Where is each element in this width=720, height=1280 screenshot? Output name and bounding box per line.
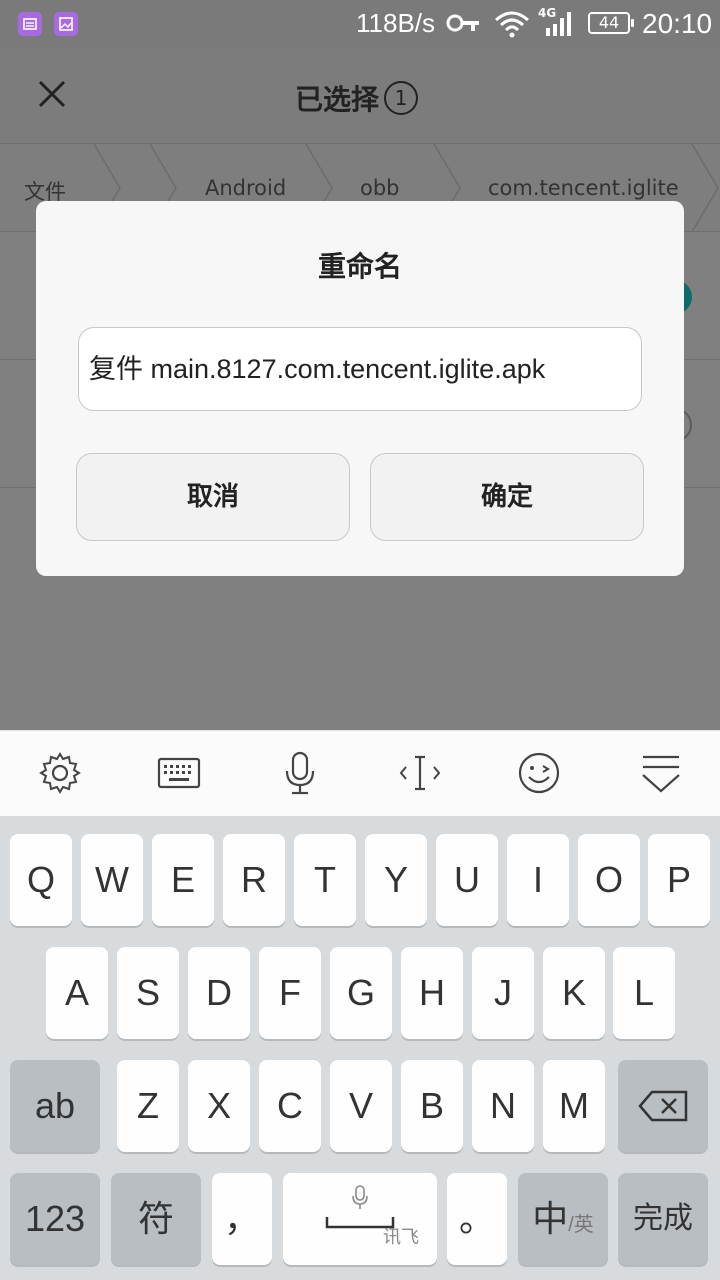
key-m[interactable]: M [543,1060,605,1152]
key-d[interactable]: D [188,947,250,1039]
key-w[interactable]: W [81,834,143,926]
symbols-key[interactable]: 符 [111,1173,201,1265]
key-q[interactable]: Q [10,834,72,926]
emoji-icon[interactable] [517,751,561,795]
filename-input[interactable]: 复件 main.8127.com.tencent.iglite.apk [78,327,642,411]
case-toggle-key[interactable]: ab [10,1060,100,1152]
vpn-key-icon [446,14,479,32]
status-bar: 118B/s 4G 44 20:10 [0,0,720,48]
key-o[interactable]: O [578,834,640,926]
key-l[interactable]: L [613,947,675,1039]
ime-brand-label: 讯飞 [383,1227,419,1247]
key-n[interactable]: N [472,1060,534,1152]
cancel-button[interactable]: 取消 [76,453,350,541]
key-f[interactable]: F [259,947,321,1039]
network-speed: 118B/s [356,8,436,38]
breadcrumb-item-current[interactable]: com.tencent.iglite [488,176,679,200]
breadcrumb-item-obb[interactable]: obb [360,176,400,200]
key-b[interactable]: B [401,1060,463,1152]
key-e[interactable]: E [152,834,214,926]
key-j[interactable]: J [472,947,534,1039]
key-y[interactable]: Y [365,834,427,926]
backspace-key[interactable] [618,1060,708,1152]
lang-main-label: 中 [532,1198,569,1239]
key-k[interactable]: K [543,947,605,1039]
backspace-icon [638,1090,688,1122]
key-p[interactable]: P [648,834,710,926]
comma-key[interactable]: ， [212,1173,272,1265]
key-c[interactable]: C [259,1060,321,1152]
key-i[interactable]: I [507,834,569,926]
keyboard-toolbar [0,730,720,816]
confirm-button[interactable]: 确定 [370,453,644,541]
clock: 20:10 [642,8,713,39]
key-g[interactable]: G [330,947,392,1039]
key-v[interactable]: V [330,1060,392,1152]
wifi-icon [495,11,529,38]
period-key[interactable]: 。 [447,1173,507,1265]
keyboard-icon[interactable] [157,751,201,795]
done-key[interactable]: 完成 [618,1173,708,1265]
keyboard: Q W E R T Y U I O P A S D F G H J K L ab… [0,816,720,1280]
numbers-key[interactable]: 123 [10,1173,100,1265]
close-icon[interactable] [30,72,74,116]
key-z[interactable]: Z [117,1060,179,1152]
language-switch-key[interactable]: 中/英 [518,1173,608,1265]
rename-dialog: 重命名 复件 main.8127.com.tencent.iglite.apk … [36,201,684,576]
dialog-title: 重命名 [317,250,402,283]
key-h[interactable]: H [401,947,463,1039]
battery-icon: 44 [588,12,634,34]
key-r[interactable]: R [223,834,285,926]
chevron-right-icon [691,144,719,232]
lang-sub-label: /英 [568,1214,594,1236]
space-key[interactable]: 讯飞 [283,1173,437,1265]
breadcrumb-item-android[interactable]: Android [205,176,286,200]
cursor-icon[interactable] [398,751,442,795]
microphone-icon[interactable] [278,751,322,795]
key-s[interactable]: S [117,947,179,1039]
microphone-icon [352,1185,368,1209]
key-x[interactable]: X [188,1060,250,1152]
settings-icon[interactable] [38,751,82,795]
selected-count-badge: 1 [384,81,418,115]
notification-icon [18,12,42,36]
key-a[interactable]: A [46,947,108,1039]
hide-keyboard-icon[interactable] [639,751,683,795]
key-t[interactable]: T [294,834,356,926]
key-u[interactable]: U [436,834,498,926]
page-title: 已选择 [295,83,380,116]
image-icon [54,12,78,36]
app-bar: 已选择 1 [0,48,720,144]
